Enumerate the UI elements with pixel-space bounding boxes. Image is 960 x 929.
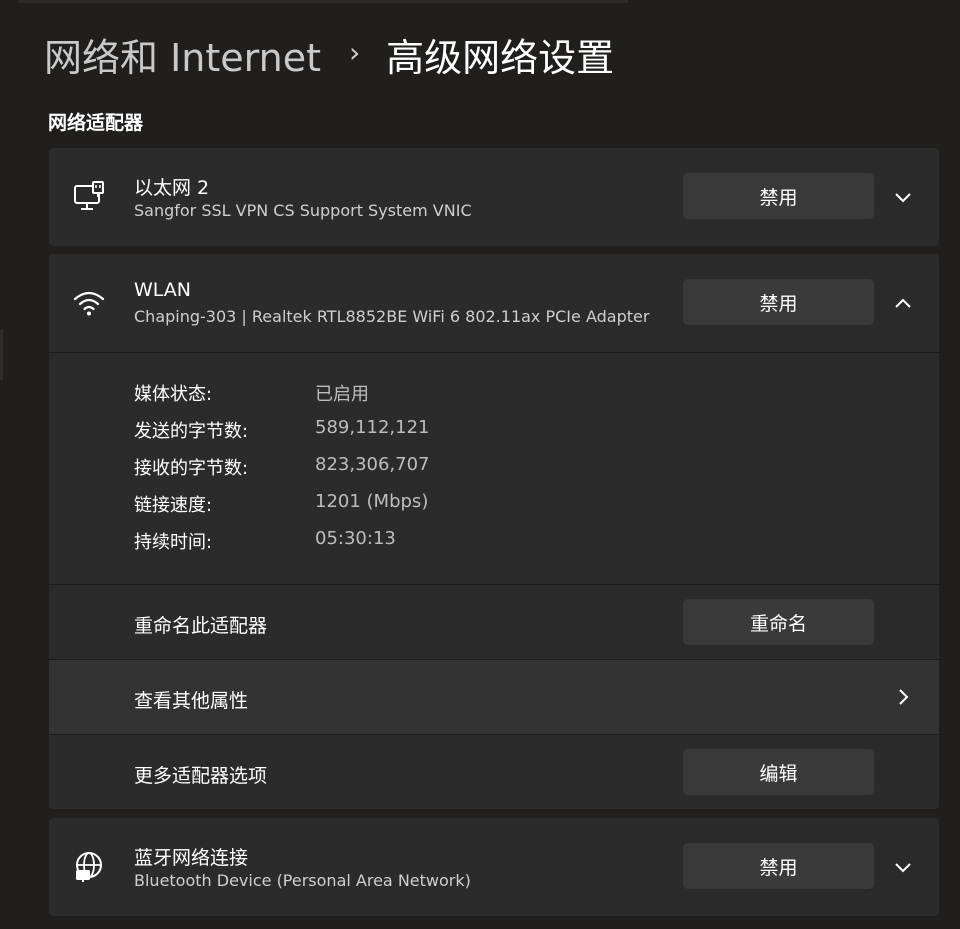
breadcrumb-parent-link[interactable]: 网络和 Internet <box>44 27 321 82</box>
title-bar-edge <box>18 0 628 3</box>
more-adapter-options-label: 更多适配器选项 <box>134 765 268 787</box>
adapter-header-ethernet[interactable]: 以太网 2 Sangfor SSL VPN CS Support System … <box>49 148 939 246</box>
chevron-up-icon[interactable] <box>891 291 915 315</box>
window-edge <box>0 330 3 380</box>
adapter-name: 以太网 2 <box>134 177 210 199</box>
wifi-icon <box>71 285 107 321</box>
adapter-card-wlan: WLAN Chaping-303 | Realtek RTL8852BE WiF… <box>49 254 939 809</box>
adapter-name: WLAN <box>134 279 192 301</box>
section-title: 网络适配器 <box>48 112 144 134</box>
breadcrumb-separator: › <box>348 35 361 69</box>
chevron-down-icon[interactable] <box>891 855 915 879</box>
bytes-sent-value: 589,112,121 <box>315 417 430 438</box>
bytes-received-label: 接收的字节数: <box>134 458 249 479</box>
rename-button[interactable]: 重命名 <box>683 599 874 645</box>
media-status-value: 已启用 <box>315 384 369 405</box>
disable-button[interactable]: 禁用 <box>683 843 874 889</box>
rename-adapter-row: 重命名此适配器 重命名 <box>49 585 939 659</box>
view-properties-label: 查看其他属性 <box>134 690 249 712</box>
adapter-header-wlan[interactable]: WLAN Chaping-303 | Realtek RTL8852BE WiF… <box>49 254 939 352</box>
link-speed-label: 链接速度: <box>134 495 213 516</box>
link-speed-value: 1201 (Mbps) <box>315 491 429 512</box>
breadcrumb: 网络和 Internet › 高级网络设置 <box>44 24 614 84</box>
disable-button[interactable]: 禁用 <box>683 279 874 325</box>
chevron-right-icon <box>891 685 915 709</box>
bytes-received-value: 823,306,707 <box>315 454 430 475</box>
adapter-description: Chaping-303 | Realtek RTL8852BE WiFi 6 8… <box>134 307 650 326</box>
duration-value: 05:30:13 <box>315 528 396 549</box>
adapter-description: Bluetooth Device (Personal Area Network) <box>134 871 471 890</box>
chevron-down-icon[interactable] <box>891 185 915 209</box>
globe-network-icon <box>71 849 107 885</box>
adapter-card-bluetooth: 蓝牙网络连接 Bluetooth Device (Personal Area N… <box>49 818 939 916</box>
adapter-name: 蓝牙网络连接 <box>134 847 249 869</box>
duration-label: 持续时间: <box>134 532 213 553</box>
view-properties-row[interactable]: 查看其他属性 <box>49 660 939 734</box>
adapter-description: Sangfor SSL VPN CS Support System VNIC <box>134 201 472 220</box>
bytes-sent-label: 发送的字节数: <box>134 421 249 442</box>
more-adapter-options-row: 更多适配器选项 编辑 <box>49 735 939 809</box>
media-status-label: 媒体状态: <box>134 384 213 405</box>
adapter-header-bluetooth[interactable]: 蓝牙网络连接 Bluetooth Device (Personal Area N… <box>49 818 939 916</box>
edit-button[interactable]: 编辑 <box>683 749 874 795</box>
rename-adapter-label: 重命名此适配器 <box>134 615 268 637</box>
adapter-details: 媒体状态: 已启用 发送的字节数: 589,112,121 接收的字节数: 82… <box>49 353 939 584</box>
page-title: 高级网络设置 <box>386 35 615 80</box>
adapter-card-ethernet: 以太网 2 Sangfor SSL VPN CS Support System … <box>49 148 939 246</box>
ethernet-icon <box>71 179 107 215</box>
disable-button[interactable]: 禁用 <box>683 173 874 219</box>
